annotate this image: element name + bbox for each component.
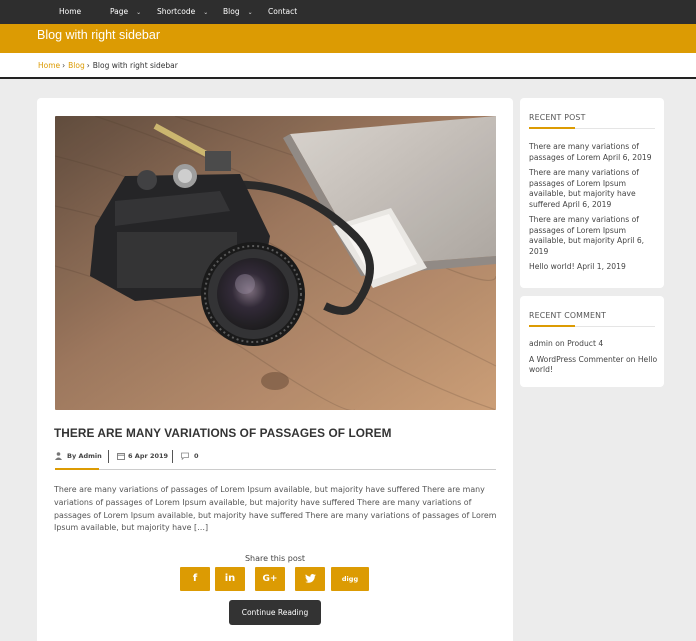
- breadcrumb-bar: Home › Blog › Blog with right sidebar: [0, 53, 696, 79]
- post-title-link[interactable]: THERE ARE MANY VARIATIONS OF PASSAGES OF…: [54, 426, 392, 440]
- nav-item-contact[interactable]: Contact: [268, 0, 297, 24]
- recent-post-link[interactable]: Hello world! April 1, 2019: [529, 262, 659, 273]
- widget-accent-line: [529, 127, 575, 129]
- widget-title: RECENT POST: [529, 113, 586, 122]
- breadcrumb-separator: ›: [62, 61, 66, 70]
- camera-photo-illustration: [55, 116, 496, 410]
- share-twitter-button[interactable]: [295, 567, 325, 591]
- continue-reading-button[interactable]: Continue Reading: [229, 600, 321, 625]
- meta-divider-line: [55, 469, 496, 470]
- blog-post-card: THERE ARE MANY VARIATIONS OF PASSAGES OF…: [37, 98, 513, 641]
- chevron-down-icon: ⌄: [136, 9, 142, 16]
- digg-icon: digg: [341, 575, 359, 583]
- widget-accent-line: [529, 325, 575, 327]
- calendar-icon: [117, 452, 125, 462]
- page-title-bar: Blog with right sidebar: [0, 24, 696, 53]
- recent-comment-list: admin on Product 4 A WordPress Commenter…: [529, 339, 659, 381]
- comment-author: A WordPress Commenter: [529, 354, 624, 364]
- comment-post-link[interactable]: Product 4: [567, 339, 603, 348]
- recent-post-link[interactable]: There are many variations of passages of…: [529, 168, 659, 210]
- breadcrumb-home-link[interactable]: Home: [38, 61, 60, 70]
- nav-item-page[interactable]: Page ⌄: [110, 0, 141, 24]
- comment-on-text: on: [555, 339, 565, 348]
- chevron-down-icon: ⌄: [247, 9, 253, 16]
- page-title: Blog with right sidebar: [37, 28, 160, 42]
- comment-author: admin: [529, 339, 553, 348]
- post-date: 6 Apr 2019: [128, 452, 169, 460]
- share-linkedin-button[interactable]: in: [215, 567, 245, 591]
- recent-comment-item: admin on Product 4: [529, 339, 659, 350]
- nav-label: Shortcode: [157, 7, 196, 16]
- post-author[interactable]: By Admin: [67, 452, 102, 460]
- breadcrumb-blog-link[interactable]: Blog: [68, 61, 85, 70]
- recent-comment-widget: RECENT COMMENT admin on Product 4 A Word…: [520, 296, 664, 387]
- nav-item-blog[interactable]: Blog ⌄: [223, 0, 253, 24]
- meta-accent-line: [55, 468, 99, 470]
- googleplus-icon: G+: [262, 574, 278, 584]
- chevron-down-icon: ⌄: [203, 9, 209, 16]
- breadcrumb-current: Blog with right sidebar: [92, 61, 178, 70]
- nav-label: Page: [110, 7, 129, 16]
- meta-divider: [172, 450, 173, 463]
- post-featured-image[interactable]: [55, 116, 496, 410]
- comment-count[interactable]: 0: [194, 452, 199, 460]
- recent-comment-item: A WordPress Commenter on Hello world!: [529, 355, 659, 376]
- nav-item-shortcode[interactable]: Shortcode ⌄: [157, 0, 208, 24]
- meta-divider: [108, 450, 109, 463]
- nav-item-home[interactable]: Home: [59, 0, 81, 24]
- breadcrumb-separator: ›: [86, 61, 90, 70]
- nav-label: Home: [59, 7, 82, 16]
- share-digg-button[interactable]: digg: [331, 567, 369, 591]
- recent-post-link[interactable]: There are many variations of passages of…: [529, 142, 659, 163]
- comment-on-text: on: [625, 354, 636, 364]
- recent-post-list: There are many variations of passages of…: [529, 142, 659, 278]
- post-excerpt: There are many variations of passages of…: [54, 485, 497, 533]
- comment-icon: [181, 452, 189, 462]
- twitter-icon: [304, 573, 316, 584]
- recent-post-widget: RECENT POST There are many variations of…: [520, 98, 664, 288]
- nav-label: Blog: [223, 7, 240, 16]
- share-facebook-button[interactable]: f: [180, 567, 210, 591]
- share-label: Share this post: [244, 554, 306, 563]
- top-navigation: Home Page ⌄ Shortcode ⌄ Blog ⌄ Contact: [0, 0, 696, 24]
- facebook-icon: f: [192, 573, 198, 584]
- recent-post-link[interactable]: There are many variations of passages of…: [529, 215, 659, 257]
- widget-title: RECENT COMMENT: [529, 311, 607, 320]
- share-googleplus-button[interactable]: G+: [255, 567, 285, 591]
- user-icon: [55, 452, 62, 462]
- nav-label: Contact: [268, 7, 298, 16]
- breadcrumb: Home › Blog › Blog with right sidebar: [38, 61, 178, 70]
- linkedin-icon: in: [224, 573, 236, 584]
